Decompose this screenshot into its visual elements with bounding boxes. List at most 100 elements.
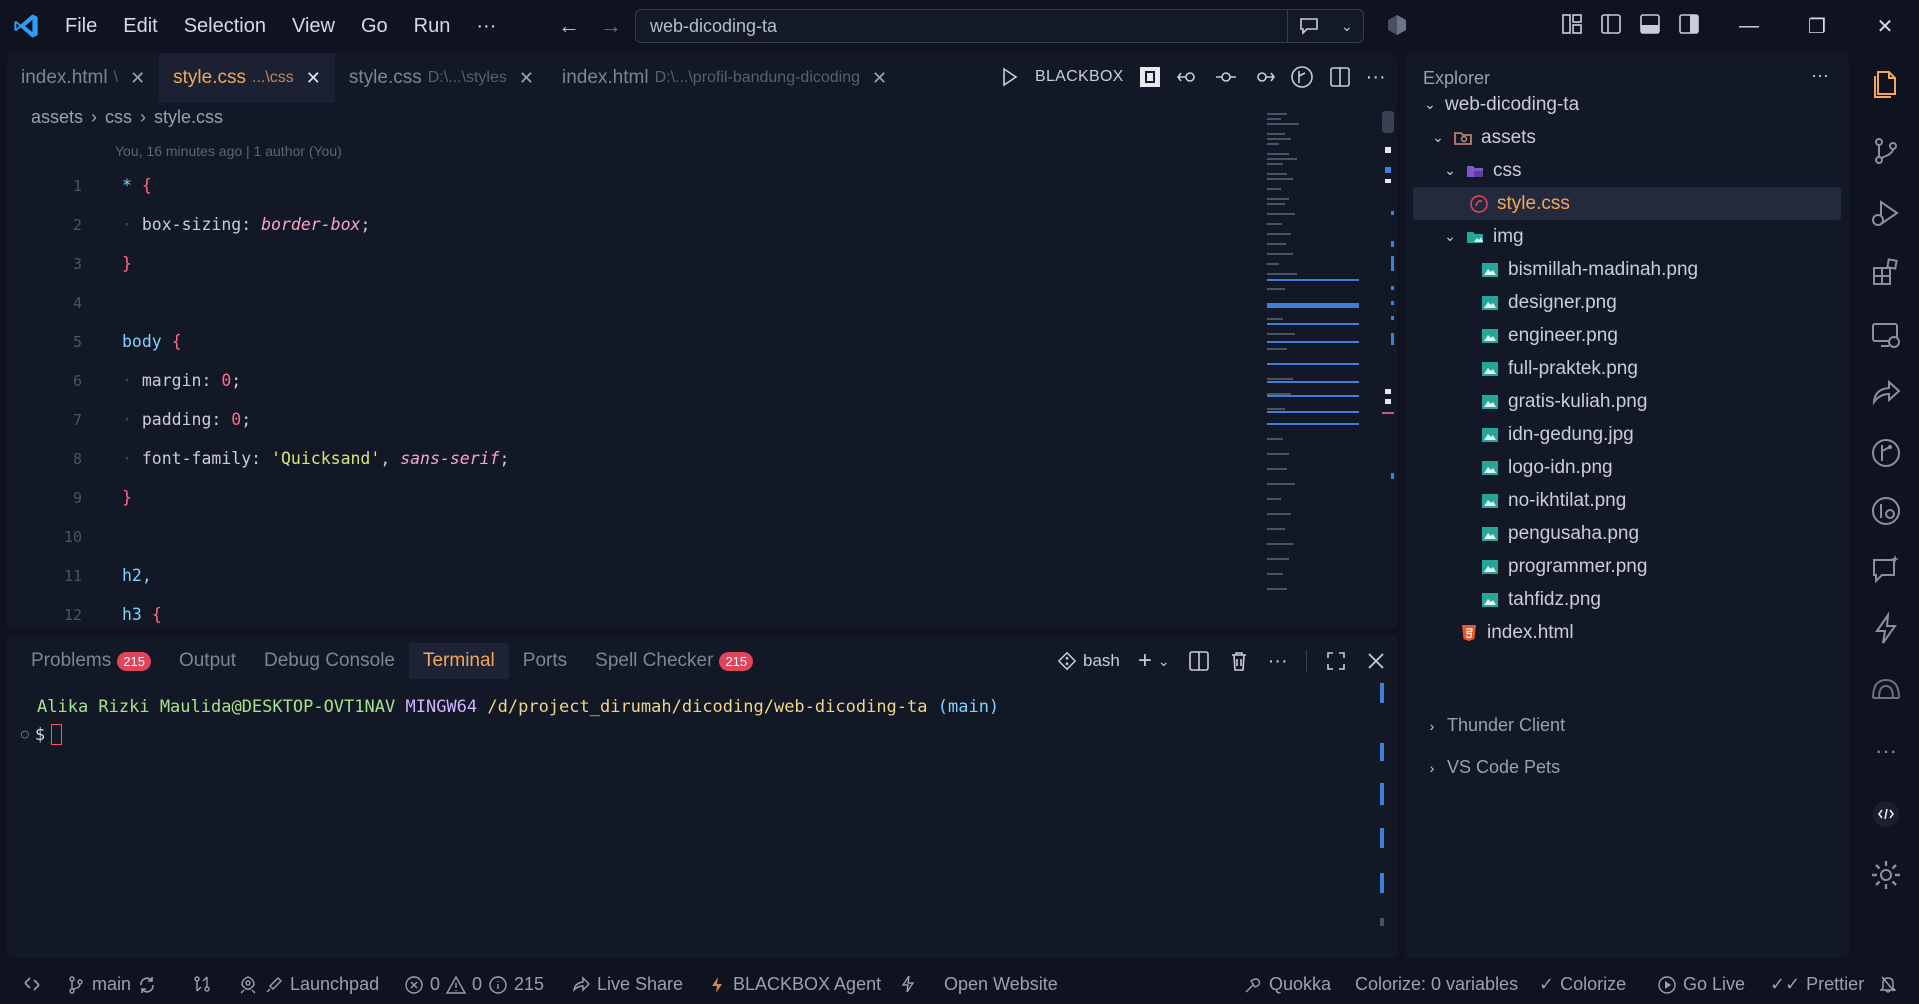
tree-file-image[interactable]: tahfidz.png [1405,583,1849,616]
section-vscode-pets[interactable]: › VS Code Pets [1405,751,1849,784]
chat-activity[interactable] [1866,549,1906,589]
command-center[interactable]: web-dicoding-ta ⌄ [635,9,1364,43]
minimize-icon[interactable]: — [1715,0,1783,53]
git-blame-lens[interactable]: You, 16 minutes ago | 1 author (You) [115,143,342,159]
terminal-output[interactable]: Alika Rizki Maulida@DESKTOP-OVT1NAV MING… [37,697,999,717]
explorer-activity[interactable] [1866,63,1906,103]
tab-style-css-styles[interactable]: style.css D:\...\styles ✕ [335,53,548,103]
menu-file[interactable]: File [52,15,110,38]
tree-file-image[interactable]: gratis-kuliah.png [1405,385,1849,418]
blackbox-label[interactable]: BLACKBOX [1035,68,1124,86]
colorize-variables-status[interactable]: Colorize: 0 variables [1355,974,1518,995]
launchpad-status[interactable]: Launchpad [238,974,379,995]
close-icon[interactable]: ✕ [872,68,887,89]
run-icon[interactable] [997,65,1021,89]
sync-icon[interactable] [137,975,157,995]
tab-output[interactable]: Output [165,643,250,679]
tree-folder-img[interactable]: ⌄ img [1405,220,1849,253]
blackbox-code-activity[interactable] [1866,794,1906,834]
more-actions-icon[interactable]: ··· [1811,65,1829,86]
more-actions-icon[interactable]: ··· [1268,650,1288,673]
terminal-scrollbar[interactable] [1380,683,1384,953]
menu-more[interactable]: ··· [463,15,509,38]
source-control-activity[interactable] [1866,131,1906,171]
minimap[interactable] [1267,113,1367,628]
thunder-client-activity[interactable] [1866,609,1906,649]
customize-layout-icon[interactable] [1561,13,1583,35]
restore-icon[interactable]: ❐ [1783,0,1851,53]
remote-explorer-activity[interactable] [1866,315,1906,355]
git-graph-status[interactable] [192,974,212,994]
remote-indicator[interactable] [22,974,42,994]
tree-file-image[interactable]: idn-gedung.jpg [1405,418,1849,451]
forward-arrow-icon[interactable]: → [600,13,622,39]
tree-file-image[interactable]: bismillah-madinah.png [1405,253,1849,286]
git-graph-activity[interactable] [1866,433,1906,473]
notifications-status[interactable] [1878,974,1898,994]
tab-spell-checker[interactable]: Spell Checker 215 [581,643,767,679]
blackbox-square-icon[interactable] [1138,65,1162,89]
blackbox-agent-status[interactable]: BLACKBOX Agent [707,974,881,995]
code-area[interactable]: 1 * { 2 · box-sizing: border-box; 3 } 4 … [7,166,1247,628]
tab-terminal[interactable]: Terminal [408,643,509,679]
maximize-panel-icon[interactable] [1325,650,1347,672]
prettier-status[interactable]: ✓✓ Prettier [1770,974,1864,995]
menu-edit[interactable]: Edit [110,15,170,38]
more-actions-icon[interactable]: ··· [1366,66,1386,89]
gitlens-activity[interactable] [1866,491,1906,531]
tab-debug-console[interactable]: Debug Console [250,643,409,679]
open-website-status[interactable]: Open Website [944,974,1058,995]
go-live-status[interactable]: Go Live [1657,974,1745,995]
tree-file-image[interactable]: logo-idn.png [1405,451,1849,484]
run-debug-activity[interactable] [1866,193,1906,233]
section-thunder-client[interactable]: › Thunder Client [1405,709,1849,742]
pets-activity[interactable] [1866,669,1906,709]
tab-problems[interactable]: Problems 215 [17,643,165,679]
terminal-shell-selector[interactable]: bash [1057,651,1120,671]
live-share-status[interactable]: Live Share [571,974,683,995]
quokka-status[interactable]: Quokka [1243,974,1331,995]
branch-indicator[interactable]: main [66,974,157,995]
tree-file-style-css[interactable]: style.css [1413,187,1841,220]
tree-file-image[interactable]: programmer.png [1405,550,1849,583]
tab-index-html[interactable]: index.html \ ✕ [7,53,159,103]
close-panel-icon[interactable] [1365,650,1387,672]
tree-file-image[interactable]: designer.png [1405,286,1849,319]
colorize-status[interactable]: ✓ Colorize [1539,974,1626,995]
tree-file-image[interactable]: full-praktek.png [1405,352,1849,385]
copilot-chat-control[interactable]: ⌄ [1287,10,1363,42]
breadcrumb-item[interactable]: style.css [154,107,223,128]
menu-view[interactable]: View [279,15,348,38]
toggle-panel-icon[interactable] [1639,13,1661,35]
tree-folder-css[interactable]: ⌄ css [1405,154,1849,187]
chevron-down-icon[interactable]: ⌄ [1158,653,1170,670]
tab-index-html-bandung[interactable]: index.html D:\...\profil-bandung-dicodin… [548,53,901,103]
menu-selection[interactable]: Selection [171,15,279,38]
toggle-secondary-sidebar-icon[interactable] [1678,13,1700,35]
more-activity[interactable]: ··· [1866,731,1906,771]
tree-file-image[interactable]: pengusaha.png [1405,517,1849,550]
terminal-prompt[interactable]: ○ $ [21,724,63,745]
tree-root-folder[interactable]: ⌄ web-dicoding-ta [1405,88,1849,121]
git-graph-icon[interactable] [1290,65,1314,89]
tree-file-index-html[interactable]: index.html [1405,616,1849,649]
split-editor-icon[interactable] [1328,65,1352,89]
timeline-forward-icon[interactable] [1252,65,1276,89]
breadcrumb-item[interactable]: assets [31,107,83,128]
close-icon[interactable]: ✕ [519,68,534,89]
split-terminal-icon[interactable] [1188,650,1210,672]
lightning-status[interactable] [898,974,918,994]
tree-file-image[interactable]: no-ikhtilat.png [1405,484,1849,517]
tab-style-css-active[interactable]: style.css ...\css ✕ [159,53,335,103]
problems-status[interactable]: 0 0 215 [404,974,544,995]
live-share-activity[interactable] [1866,373,1906,413]
timeline-back-icon[interactable] [1176,65,1200,89]
tree-folder-assets[interactable]: ⌄ assets [1405,121,1849,154]
trash-icon[interactable] [1228,650,1250,672]
menu-run[interactable]: Run [401,15,464,38]
breadcrumb-item[interactable]: css [105,107,132,128]
tab-ports[interactable]: Ports [509,643,581,679]
settings-activity[interactable] [1866,855,1906,895]
extensions-activity[interactable] [1866,253,1906,293]
toggle-primary-sidebar-icon[interactable] [1600,13,1622,35]
